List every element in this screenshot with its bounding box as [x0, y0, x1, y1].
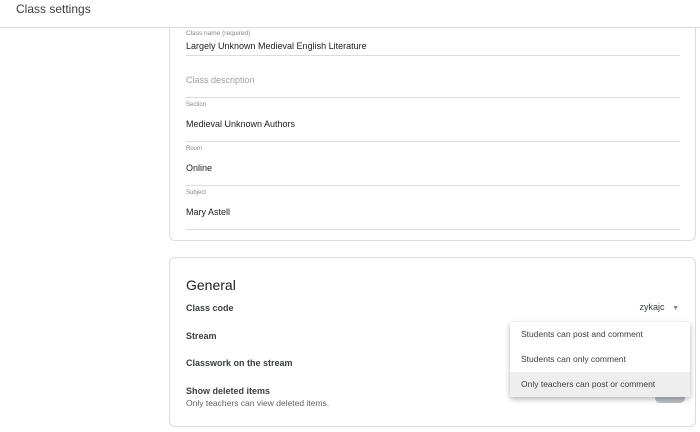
- field-value: Largely Unknown Medieval English Literat…: [186, 41, 367, 51]
- field-value: Medieval Unknown Authors: [186, 119, 296, 129]
- section-field[interactable]: Section Medieval Unknown Authors: [186, 102, 680, 142]
- class-code-label: Class code: [186, 303, 234, 313]
- field-placeholder: Class description: [186, 75, 255, 85]
- stream-dropdown-menu: Students can post and comment Students c…: [510, 322, 690, 397]
- class-details-card: Class name (required) Largely Unknown Me…: [169, 10, 696, 241]
- class-description-field[interactable]: Class description: [186, 70, 680, 98]
- room-field[interactable]: Room Online: [186, 146, 680, 186]
- menu-item-only-comment[interactable]: Students can only comment: [510, 347, 690, 372]
- class-code-dropdown[interactable]: zykajc ▼: [640, 302, 679, 312]
- show-deleted-label: Show deleted items: [186, 386, 271, 396]
- menu-item-post-and-comment[interactable]: Students can post and comment: [510, 322, 690, 347]
- chevron-down-icon: ▼: [672, 305, 679, 312]
- field-label: Subject: [186, 190, 207, 196]
- field-label: Class name (required): [186, 30, 251, 37]
- class-name-field[interactable]: Class name (required) Largely Unknown Me…: [186, 30, 680, 56]
- classwork-label: Classwork on the stream: [186, 358, 293, 368]
- field-label: Room: [186, 146, 203, 152]
- show-deleted-description: Only teachers can view deleted items.: [186, 398, 330, 408]
- field-value: Online: [186, 163, 213, 173]
- general-title: General: [186, 277, 236, 293]
- field-label: Section: [186, 102, 207, 108]
- menu-item-only-teachers[interactable]: Only teachers can post or comment: [510, 372, 690, 397]
- stream-label: Stream: [186, 331, 217, 341]
- class-code-value: zykajc: [639, 302, 665, 312]
- app-header: Class settings: [0, 0, 700, 28]
- page-title: Class settings: [16, 2, 91, 16]
- field-value: Mary Astell: [186, 207, 231, 217]
- subject-field[interactable]: Subject Mary Astell: [186, 190, 680, 230]
